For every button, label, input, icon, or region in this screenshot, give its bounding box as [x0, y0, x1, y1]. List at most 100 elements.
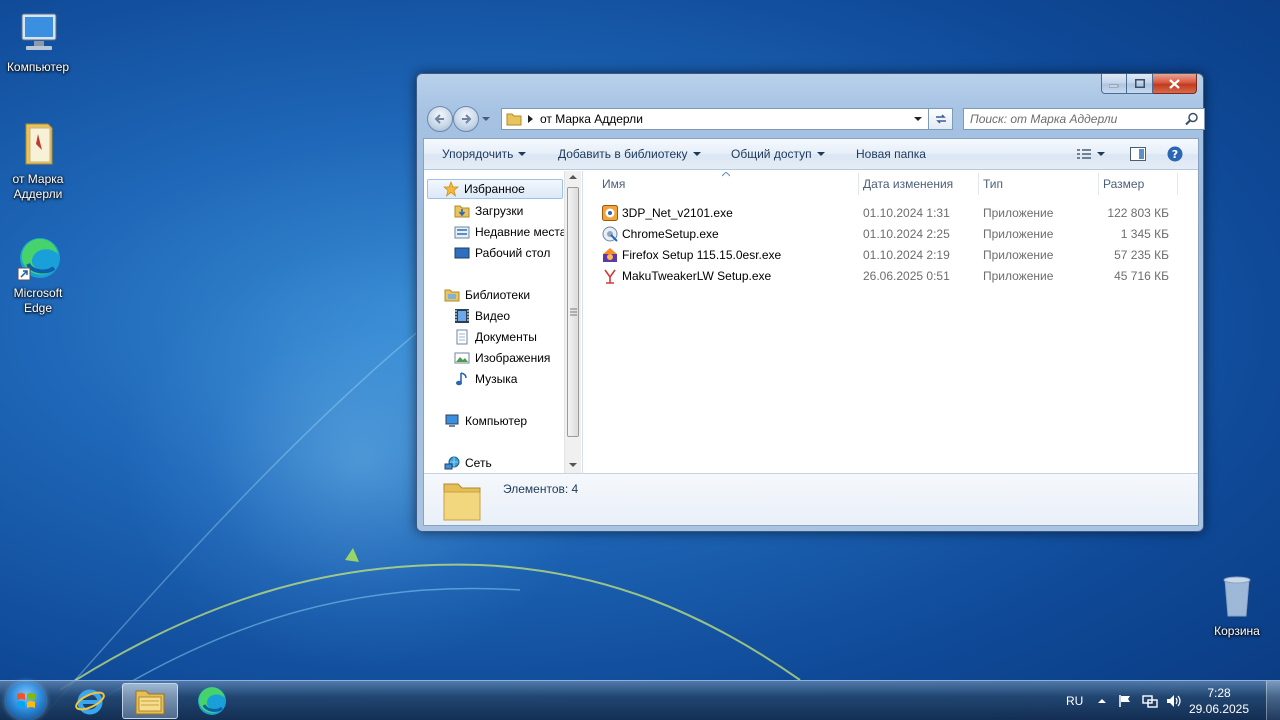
language-label: RU: [1066, 694, 1084, 708]
taskbar-internet-explorer[interactable]: [62, 683, 118, 719]
file-name-cell: ChromeSetup.exe: [602, 224, 719, 244]
preview-pane-icon: [1130, 147, 1146, 161]
file-size: 45 716 КБ: [1114, 269, 1169, 283]
nav-item-desktop[interactable]: Рабочий стол: [454, 243, 550, 263]
nav-item-music[interactable]: Музыка: [454, 369, 517, 389]
documents-icon: [456, 329, 468, 345]
breadcrumb-arrow-icon: [528, 115, 533, 123]
svg-text:?: ?: [1172, 148, 1178, 161]
nav-item-images[interactable]: Изображения: [454, 348, 550, 368]
desktop-icon-recycle-bin[interactable]: Корзина: [1199, 572, 1275, 639]
file-name: ChromeSetup.exe: [622, 227, 719, 241]
makutweaker-icon: [604, 269, 616, 284]
file-row[interactable]: MakuTweakerLW Setup.exe 26.06.2025 0:51 …: [602, 266, 1180, 286]
nav-item-libraries[interactable]: Библиотеки: [444, 285, 530, 305]
back-button[interactable]: [427, 106, 453, 132]
show-desktop-button[interactable]: [1266, 681, 1280, 720]
nav-item-recent-places[interactable]: Недавние места: [454, 222, 566, 242]
start-button[interactable]: [6, 682, 46, 720]
maximize-button[interactable]: [1127, 74, 1153, 94]
file-row[interactable]: ChromeSetup.exe 01.10.2024 2:25 Приложен…: [602, 224, 1180, 244]
new-folder-button[interactable]: Новая папка: [856, 147, 926, 161]
scroll-down-icon[interactable]: [569, 463, 577, 468]
search-icon[interactable]: [1185, 112, 1199, 126]
nav-label: Избранное: [464, 182, 525, 196]
breadcrumb-folder[interactable]: от Марка Аддерли: [540, 112, 643, 126]
forward-button[interactable]: [453, 106, 479, 132]
music-icon: [456, 372, 467, 386]
column-header-type[interactable]: Тип: [983, 177, 1003, 197]
volume-icon[interactable]: [1166, 694, 1182, 708]
recycle-bin-icon: [1213, 572, 1261, 620]
column-header-name[interactable]: Имя: [602, 177, 625, 197]
clock-time: 7:28: [1207, 686, 1231, 700]
nav-item-video[interactable]: Видео: [454, 306, 510, 326]
pane-divider[interactable]: [582, 171, 583, 473]
nav-label: Компьютер: [465, 414, 528, 428]
add-to-library-button[interactable]: Добавить в библиотеку: [558, 147, 701, 161]
minimize-button[interactable]: [1101, 74, 1127, 94]
clock-date: 29.06.2025: [1188, 702, 1250, 716]
add-to-library-label: Добавить в библиотеку: [558, 147, 688, 161]
network-status-icon[interactable]: [1142, 694, 1158, 708]
view-details-icon: [1077, 149, 1091, 159]
folder-small-icon: [506, 113, 522, 126]
action-center-flag-icon[interactable]: [1118, 694, 1132, 708]
close-icon: [1169, 78, 1180, 89]
file-row[interactable]: Firefox Setup 115.15.0esr.exe 01.10.2024…: [602, 245, 1180, 265]
preview-pane-button[interactable]: [1130, 147, 1146, 161]
computer-icon: [445, 414, 459, 427]
navigation-pane: Избранное Загрузки Недавние места Рабочи…: [424, 171, 582, 473]
share-button[interactable]: Общий доступ: [731, 147, 825, 161]
address-dropdown-icon[interactable]: [914, 117, 922, 122]
close-button[interactable]: [1153, 74, 1197, 94]
clock[interactable]: 7:28 29.06.2025: [1184, 685, 1254, 717]
taskbar-explorer[interactable]: [122, 683, 178, 719]
scrollbar-thumb[interactable]: [567, 187, 579, 437]
details-pane: Элементов: 4: [424, 473, 1198, 525]
navigation-scrollbar[interactable]: [564, 171, 581, 473]
column-header-date[interactable]: Дата изменения: [863, 177, 953, 197]
file-name-cell: MakuTweakerLW Setup.exe: [602, 266, 771, 286]
minimize-icon: [1109, 84, 1119, 87]
nav-label: Недавние места: [475, 225, 567, 239]
help-button[interactable]: ?: [1167, 146, 1183, 162]
column-separator[interactable]: [858, 173, 859, 195]
search-input[interactable]: [970, 112, 1185, 126]
file-size: 57 235 КБ: [1114, 248, 1169, 262]
desktop-icon-edge[interactable]: Microsoft Edge: [0, 234, 76, 316]
back-arrow-icon: [434, 114, 444, 124]
organize-button[interactable]: Упорядочить: [442, 147, 527, 161]
refresh-button[interactable]: [929, 108, 953, 130]
nav-label: Видео: [475, 309, 511, 323]
column-header-size[interactable]: Размер: [1103, 177, 1144, 197]
nav-item-downloads[interactable]: Загрузки: [454, 201, 523, 221]
recent-pages-chevron-icon[interactable]: [482, 117, 490, 122]
forward-arrow-icon: [462, 114, 472, 124]
images-icon: [454, 352, 470, 364]
change-view-button[interactable]: [1076, 148, 1105, 160]
show-hidden-icons-icon[interactable]: [1098, 699, 1106, 704]
column-separator[interactable]: [1177, 173, 1178, 195]
column-separator[interactable]: [978, 173, 979, 195]
desktop-icon-folder[interactable]: от Марка Аддерли: [0, 120, 76, 202]
language-indicator[interactable]: RU: [1066, 681, 1083, 720]
desktop-icon-computer[interactable]: Компьютер: [0, 8, 76, 75]
column-separator[interactable]: [1098, 173, 1099, 195]
edge-icon: [14, 234, 62, 282]
nav-item-network[interactable]: Сеть: [444, 453, 492, 473]
file-date: 01.10.2024 2:19: [863, 248, 950, 262]
chevron-down-icon: [816, 152, 825, 156]
items-count: Элементов: 4: [503, 482, 579, 496]
nav-item-computer[interactable]: Компьютер: [444, 411, 527, 431]
folder-large-icon: [443, 483, 481, 521]
address-bar[interactable]: от Марка Аддерли: [501, 108, 929, 130]
file-row[interactable]: 3DP_Net_v2101.exe 01.10.2024 1:31 Прилож…: [602, 203, 1180, 223]
taskbar-edge[interactable]: [184, 683, 240, 719]
nav-label: Изображения: [475, 351, 551, 365]
taskbar: RU 7:28 29.06.2025: [0, 680, 1280, 720]
scroll-up-icon[interactable]: [569, 175, 577, 180]
internet-explorer-icon: [75, 689, 105, 715]
nav-item-documents[interactable]: Документы: [454, 327, 537, 347]
nav-item-favorites[interactable]: Избранное: [427, 179, 563, 199]
